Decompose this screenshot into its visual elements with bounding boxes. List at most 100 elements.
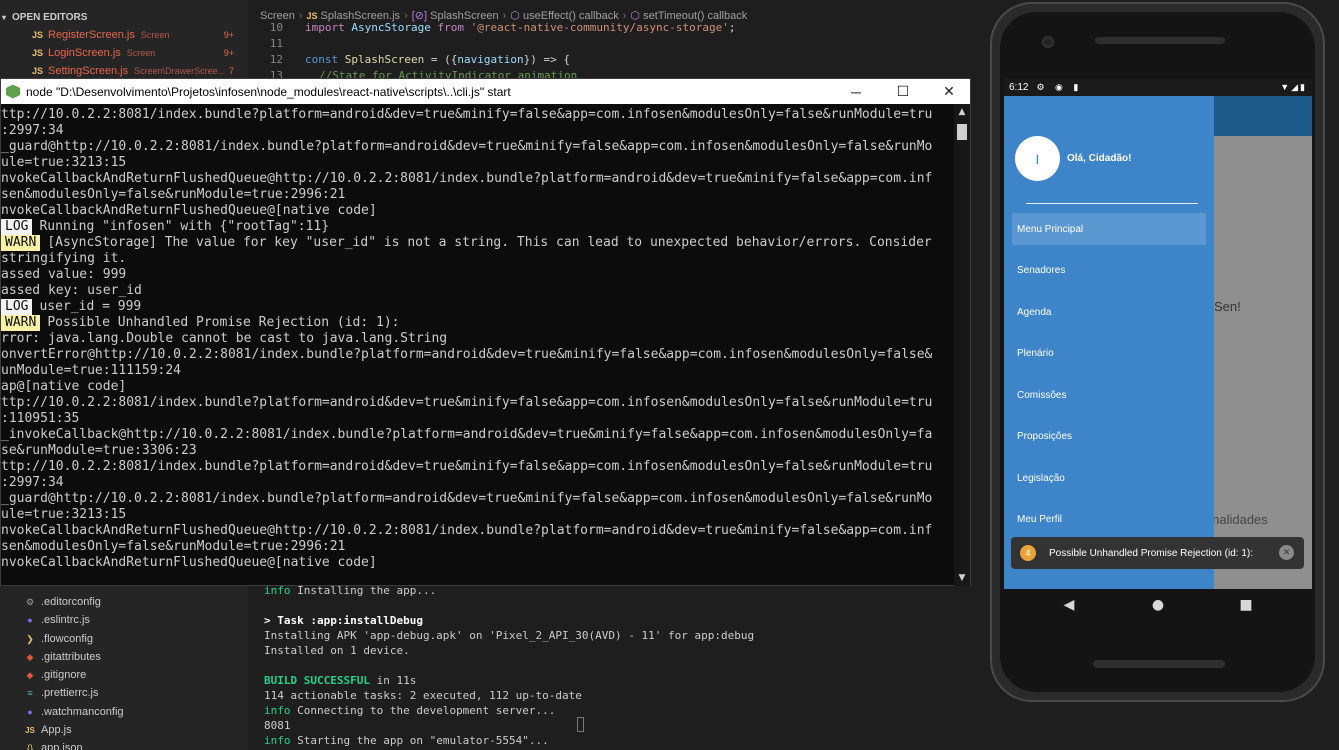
file-item[interactable]: JS App.js [0,721,248,739]
file-item[interactable]: ◆ .gitattributes [0,648,248,666]
console-text: unModule=true:111159:24 [1,363,182,378]
console-text: Possible Unhandled Promise Rejection (id… [47,315,400,330]
console-text: :110951:35 [1,411,80,426]
drawer-item-comissoes[interactable]: Comissões [1012,379,1206,411]
console-line: onvertError@http://10.0.2.2:8081/index.b… [1,347,932,363]
scroll-up-icon[interactable]: ▲ [954,104,970,120]
file-item[interactable]: ❯ .flowconfig [0,630,248,648]
console-text: user_id = 999 [39,299,142,314]
console-text: sen&modulesOnly=false&runModule=true:299… [1,539,346,554]
scroll-thumb[interactable] [957,124,967,140]
back-icon[interactable]: ◀ [1059,597,1079,613]
console-text: ap@[native code] [1,379,127,394]
console-line: rror: java.lang.Double cannot be cast to… [1,331,447,347]
log-tag: LOG [1,219,33,235]
console-line: sen&modulesOnly=false&runModule=true:299… [1,539,345,555]
drawer-item-agenda[interactable]: Agenda [1012,296,1206,328]
minimize-button[interactable]: ─ [833,79,879,104]
file-item[interactable]: ⚙ .editorconfig [0,593,248,611]
warning-count-badge: 4 [1020,545,1036,561]
camera-icon [1042,36,1054,48]
scroll-down-icon[interactable]: ▼ [954,570,970,586]
prettier-icon: ≡ [27,688,33,698]
console-line: nvokeCallbackAndReturnFlushedQueue@[nati… [1,203,377,219]
code-line: 10 import AsyncStorage from '@react-nativ… [269,21,736,34]
console-line: unModule=true:111159:24 [1,363,181,379]
terminal-line: Installing APK 'app-debug.apk' on 'Pixel… [264,629,755,642]
close-button[interactable]: ✕ [926,79,972,104]
console-text: _invokeCallback@http://10.0.2.2:8081/ind… [1,427,933,442]
console-line: :2997:34 [1,123,64,139]
file-item[interactable]: ≡ .prettierrc.js [0,684,248,702]
divider [1026,203,1198,204]
git-icon: ◆ [26,669,34,680]
watchman-icon: ● [27,707,33,717]
drawer-item-senadores[interactable]: Senadores [1012,254,1206,286]
log-tag: LOG [1,299,33,315]
terminal-line: Installed on 1 device. [264,644,410,657]
console-text: ule=true:3213:15 [1,507,127,522]
console-line: ttp://10.0.2.2:8081/index.bundle?platfor… [1,459,932,475]
console-output[interactable]: ttp://10.0.2.2:8081/index.bundle?platfor… [1,104,955,586]
console-text: nvokeCallbackAndReturnFlushedQueue@[nati… [1,555,377,570]
console-text: stringifying it. [1,251,127,266]
close-icon[interactable]: ✕ [1279,545,1294,560]
console-text: assed key: user_id [1,283,142,298]
phone-screen[interactable]: 6:12 ⚙ ◉ ▮ ▼◢▮ Sen! ionalidades I Olá, C… [1004,79,1312,589]
console-text: _guard@http://10.0.2.2:8081/index.bundle… [1,491,933,506]
terminal-line: 8081 [264,719,291,732]
drawer-item-menu-principal[interactable]: Menu Principal [1012,213,1206,245]
open-editor-item[interactable]: JS LoginScreen.js Screen 9+ [0,44,248,62]
console-title: node "D:\Desenvolvimento\Projetos\infose… [26,84,511,99]
console-line: nvokeCallbackAndReturnFlushedQueue@http:… [1,171,932,187]
warning-toast[interactable]: 4 Possible Unhandled Promise Rejection (… [1011,537,1304,569]
console-line: ap@[native code] [1,379,126,395]
js-icon: JS [25,725,35,735]
console-line: assed value: 999 [1,267,126,283]
warn-tag: WARN [1,315,41,331]
terminal-line: info Connecting to the development serve… [264,704,556,717]
signal-battery-icon: ▼◢▮ [1280,82,1307,92]
console-text: assed value: 999 [1,267,127,282]
console-window[interactable]: node "D:\Desenvolvimento\Projetos\infose… [0,78,971,586]
console-line: assed key: user_id [1,283,142,299]
terminal-cursor [577,717,584,732]
console-text: Running "infosen" with {"rootTag":11} [39,219,330,234]
console-line: ttp://10.0.2.2:8081/index.bundle?platfor… [1,395,932,411]
console-line: ule=true:3213:15 [1,507,126,523]
maximize-button[interactable]: ☐ [880,79,926,104]
home-icon[interactable]: ● [1148,597,1168,613]
console-line: sen&modulesOnly=false&runModule=true:299… [1,187,345,203]
drawer-item-meu-perfil[interactable]: Meu Perfil [1012,503,1206,535]
json-icon: {} [26,743,33,750]
console-text: [AsyncStorage] The value for key "user_i… [47,235,932,250]
file-item[interactable]: ◆ .gitignore [0,666,248,684]
file-item[interactable]: ● .eslintrc.js [0,611,248,629]
drawer-item-plenario[interactable]: Plenário [1012,337,1206,369]
console-line: LOG user_id = 999 [1,299,141,315]
nodejs-icon [6,84,20,99]
console-line: nvokeCallbackAndReturnFlushedQueue@[nati… [1,555,377,571]
js-icon: JS [32,30,44,40]
drawer-item-proposicoes[interactable]: Proposições [1012,420,1206,452]
js-icon: JS [32,48,44,58]
console-text: :2997:34 [1,475,64,490]
greeting-text: Olá, Cidadão! [1067,153,1132,164]
console-line: WARN Possible Unhandled Promise Rejection… [1,315,400,331]
git-icon: ◆ [26,651,34,662]
console-scrollbar[interactable]: ▲ ▼ [954,104,970,586]
terminal-line: > Task :app:installDebug [264,614,423,627]
drawer-item-legislacao[interactable]: Legislação [1012,462,1206,494]
console-titlebar[interactable]: node "D:\Desenvolvimento\Projetos\infose… [1,79,970,104]
console-line: ttp://10.0.2.2:8081/index.bundle?platfor… [1,107,932,123]
console-line: :110951:35 [1,411,79,427]
file-item[interactable]: {} app.json [0,739,248,750]
avatar[interactable]: I [1015,136,1060,181]
file-item[interactable]: ● .watchmanconfig [0,703,248,721]
integrated-terminal[interactable] [248,586,990,750]
open-editor-item[interactable]: JS RegisterScreen.js Screen 9+ [0,26,248,44]
speaker-grille [1093,660,1225,668]
console-text: nvokeCallbackAndReturnFlushedQueue@[nati… [1,203,377,218]
recents-icon[interactable]: ■ [1236,597,1256,613]
open-editors-header[interactable]: ▾ OPEN EDITORS [0,8,248,26]
